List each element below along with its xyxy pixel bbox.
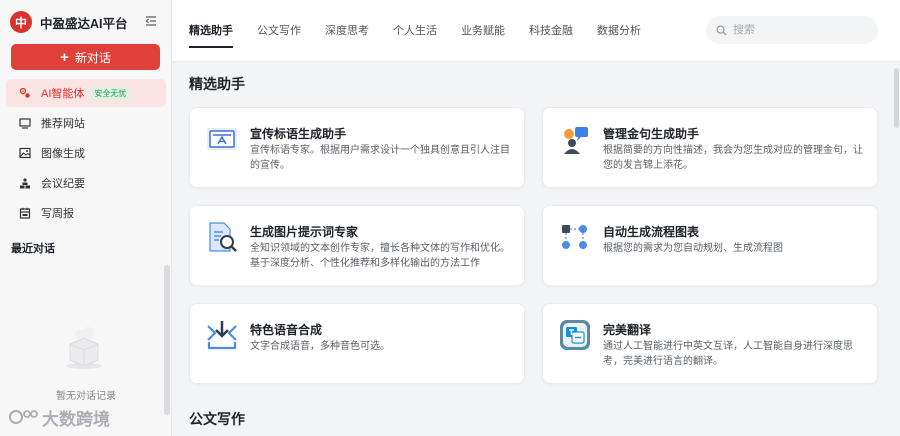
slogan-icon (207, 128, 237, 150)
main-scrollbar-thumb[interactable] (894, 68, 899, 128)
tab-data-analysis[interactable]: 数据分析 (597, 22, 641, 48)
tab-personal-life[interactable]: 个人生活 (393, 22, 437, 48)
sidebar-item-recommended-sites[interactable]: 推荐网站 (6, 108, 166, 137)
assistant-card-flowchart[interactable]: 自动生成流程图表 根据您的需求为您自动规划、生成流程图 (542, 205, 878, 286)
document-search-icon (209, 222, 237, 252)
card-description: 文字合成语音，多种音色可选。 (250, 341, 390, 352)
tab-deep-thinking[interactable]: 深度思考 (325, 22, 369, 48)
sidebar: 中 中盈盛达AI平台 + 新对话 AI智能体 安全无忧 推荐网站 图像生成 会议… (0, 0, 172, 436)
new-chat-label: 新对话 (74, 50, 111, 65)
plus-icon: + (60, 48, 69, 66)
image-icon (19, 147, 31, 158)
tab-business[interactable]: 业务赋能 (461, 22, 505, 48)
main-content: 精选助手 公文写作 深度思考 个人生活 业务赋能 科技金融 数据分析 精选助手 (172, 0, 900, 436)
meeting-icon (20, 177, 30, 188)
search-icon (716, 25, 727, 36)
sidebar-item-ai-agent[interactable]: AI智能体 安全无忧 (6, 79, 166, 107)
card-description: 通过人工智能进行中英文互译，人工智能自身进行深度思考，完美进行语言的翻译。 (603, 341, 853, 367)
card-title: 自动生成流程图表 (603, 225, 700, 239)
card-title: 特色语音合成 (250, 323, 323, 337)
search-box[interactable] (706, 16, 878, 44)
safe-badge: 安全无忧 (90, 86, 131, 100)
sidebar-menu: AI智能体 安全无忧 推荐网站 图像生成 会议纪要 写周报 (6, 79, 166, 228)
chat-person-icon (564, 127, 588, 154)
sidebar-item-label: 推荐网站 (41, 117, 85, 130)
brand-name: 中盈盛达AI平台 (40, 16, 128, 31)
sidebar-item-meeting-minutes[interactable]: 会议纪要 (6, 168, 166, 197)
sidebar-item-label: 图像生成 (41, 147, 85, 160)
sidebar-item-label: 写周报 (41, 207, 74, 220)
assistant-card-translation[interactable]: 完美翻译 通过人工智能进行中英文互译，人工智能自身进行深度思考，完美进行语言的翻… (542, 303, 878, 384)
watermark-logo-icon (9, 410, 38, 424)
assistant-card-voice-synthesis[interactable]: 特色语音合成 文字合成语音，多种音色可选。 (189, 303, 525, 384)
new-chat-button[interactable]: + 新对话 (11, 44, 160, 70)
agent-icon (19, 87, 30, 98)
sidebar-item-weekly-report[interactable]: 写周报 (6, 198, 166, 227)
app-window: 中 中盈盛达AI平台 + 新对话 AI智能体 安全无忧 推荐网站 图像生成 会议… (0, 0, 900, 436)
card-description: 全知识领域的文本创作专家，擅长各种文体的写作和优化。基于深度分析、个性化推荐和多… (250, 243, 510, 269)
voice-download-icon (207, 321, 237, 350)
recent-chats-title: 最近对话 (11, 243, 55, 255)
section-title-featured: 精选助手 (189, 76, 245, 92)
assistant-card-image-prompt[interactable]: 生成图片提示词专家 全知识领域的文本创作专家，擅长各种文体的写作和优化。基于深度… (189, 205, 525, 286)
sidebar-item-image-generation[interactable]: 图像生成 (6, 138, 166, 167)
empty-box-icon (66, 327, 102, 369)
section-title-official-writing: 公文写作 (189, 411, 245, 427)
card-description: 根据简要的方向性描述，我会为您生成对应的管理金句，让您的发言锦上添花。 (603, 145, 863, 171)
translate-icon (560, 320, 590, 350)
search-input[interactable] (733, 24, 863, 36)
empty-history-text: 暂无对话记录 (56, 391, 116, 402)
calendar-icon (19, 207, 31, 219)
watermark-text: 大数跨境 (42, 409, 110, 429)
card-title: 管理金句生成助手 (603, 127, 700, 141)
card-title: 宣传标语生成助手 (250, 127, 347, 141)
card-description: 根据您的需求为您自动规划、生成流程图 (603, 243, 783, 254)
flowchart-icon (562, 225, 587, 249)
tab-official-writing[interactable]: 公文写作 (257, 22, 301, 48)
collapse-sidebar-icon[interactable] (145, 15, 157, 27)
main-scrollbar[interactable] (892, 62, 900, 436)
watermark: 大数跨境 (8, 404, 110, 430)
assistant-card-management-quotes[interactable]: 管理金句生成助手 根据简要的方向性描述，我会为您生成对应的管理金句，让您的发言锦… (542, 107, 878, 188)
category-tabs: 精选助手 公文写作 深度思考 个人生活 业务赋能 科技金融 数据分析 (189, 22, 665, 48)
tab-fintech[interactable]: 科技金融 (529, 22, 573, 48)
top-bar: 精选助手 公文写作 深度思考 个人生活 业务赋能 科技金融 数据分析 (172, 0, 900, 62)
card-title: 生成图片提示词专家 (250, 225, 359, 239)
brand-logo: 中 (10, 11, 32, 33)
sidebar-item-label: AI智能体 (41, 88, 85, 100)
tab-featured[interactable]: 精选助手 (189, 22, 233, 48)
card-description: 宣传标语专家。根据用户需求设计一个独具创意且引人注目的宣传。 (250, 145, 510, 171)
monitor-icon (19, 117, 31, 129)
assistant-card-slogan[interactable]: 宣传标语生成助手 宣传标语专家。根据用户需求设计一个独具创意且引人注目的宣传。 (189, 107, 525, 188)
card-title: 完美翻译 (603, 323, 652, 337)
sidebar-item-label: 会议纪要 (41, 177, 85, 190)
